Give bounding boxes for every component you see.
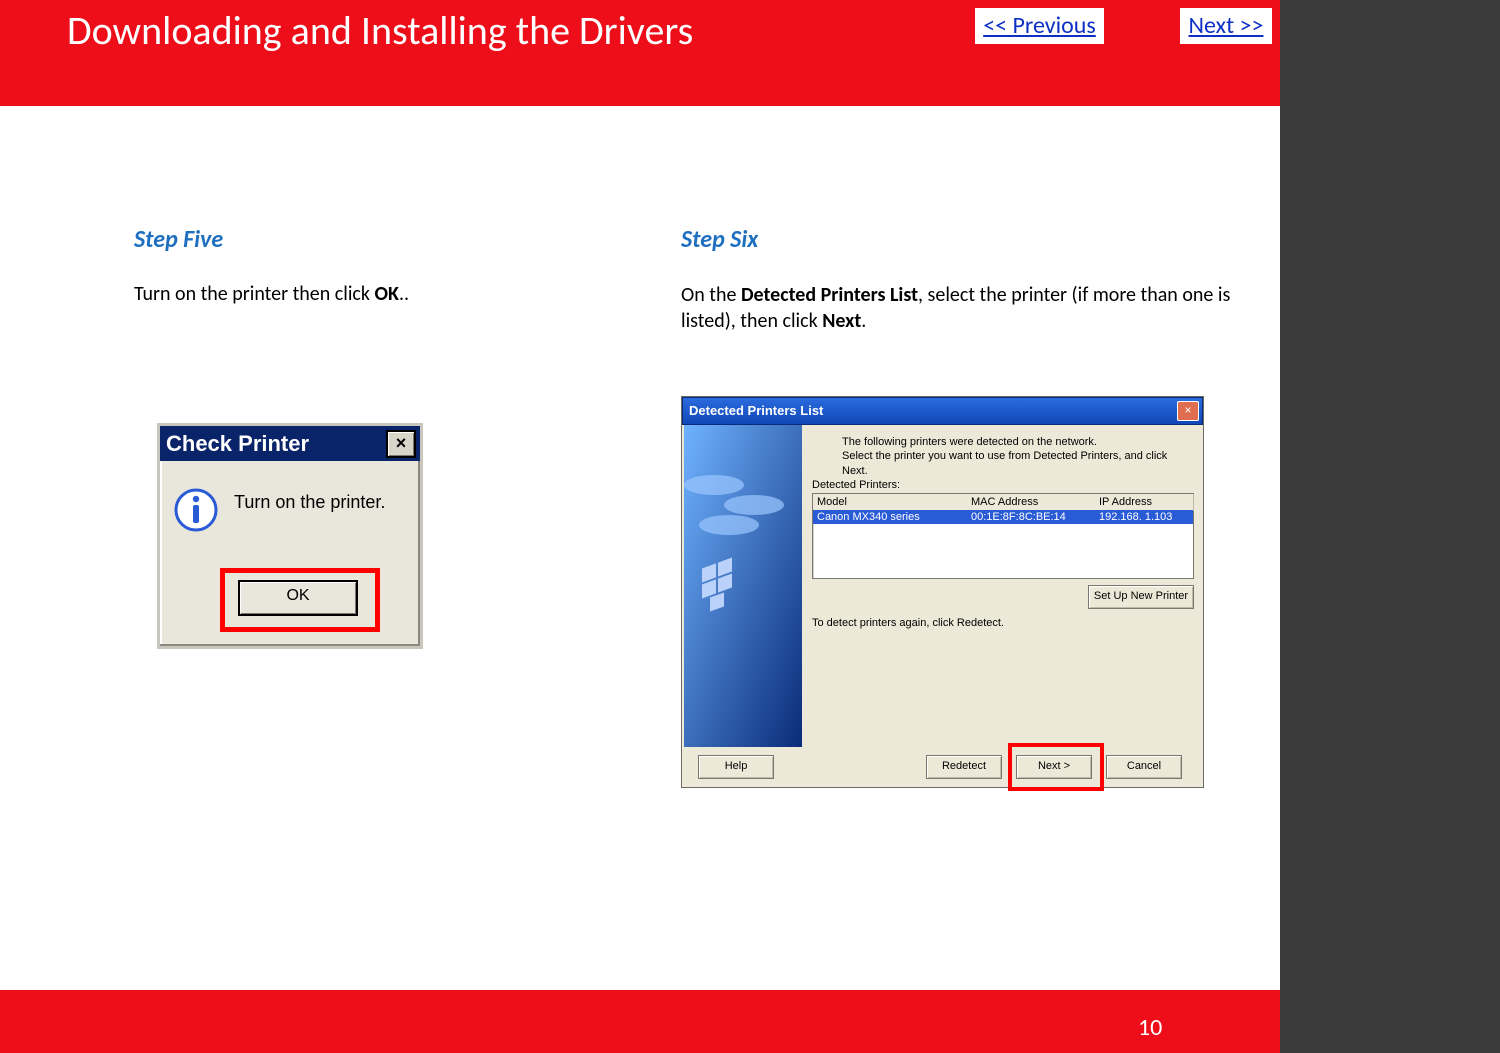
detected-printers-intro: The following printers were detected on … xyxy=(842,435,1182,478)
page-number: 10 xyxy=(1138,1013,1162,1042)
ok-button[interactable]: OK xyxy=(238,580,358,616)
cancel-button[interactable]: Cancel xyxy=(1106,755,1182,779)
step6-text-before: On the xyxy=(681,283,741,307)
step6-text-bold1: Detected Printers List xyxy=(741,283,918,307)
redetect-button[interactable]: Redetect xyxy=(926,755,1002,779)
step-five-heading: Step Five xyxy=(134,225,223,254)
close-icon[interactable]: × xyxy=(1177,401,1199,421)
detected-printers-dialog: Detected Printers List × xyxy=(681,396,1204,788)
step5-text-bold: OK xyxy=(375,282,399,306)
redetect-note: To detect printers again, click Redetect… xyxy=(812,617,1004,629)
next-button[interactable]: Next >> xyxy=(1180,8,1272,44)
check-printer-message: Turn on the printer. xyxy=(234,492,385,513)
right-letterbox xyxy=(1280,0,1500,1053)
column-mac[interactable]: MAC Address xyxy=(967,494,1096,511)
column-ip[interactable]: IP Address xyxy=(1095,494,1194,511)
step5-text-before: Turn on the printer then click xyxy=(134,282,375,306)
footer-bar xyxy=(0,990,1280,1053)
detected-printers-titlebar: Detected Printers List xyxy=(682,397,1203,425)
cell-mac: 00:1E:8F:8C:BE:14 xyxy=(967,510,1095,524)
close-icon[interactable]: × xyxy=(386,430,416,458)
setup-new-printer-button[interactable]: Set Up New Printer xyxy=(1088,585,1194,609)
check-printer-dialog: Check Printer × Turn on the printer. OK xyxy=(157,423,423,649)
previous-button[interactable]: << Previous xyxy=(975,8,1104,44)
help-button[interactable]: Help xyxy=(698,755,774,779)
info-icon xyxy=(174,488,218,532)
step5-text-after: .. xyxy=(399,282,409,306)
step6-text-bold2: Next xyxy=(822,309,861,333)
page-title: Downloading and Installing the Drivers xyxy=(67,6,693,55)
table-row[interactable]: Canon MX340 series 00:1E:8F:8C:BE:14 192… xyxy=(813,510,1193,524)
cell-ip: 192.168. 1.103 xyxy=(1095,510,1193,524)
detected-printers-label: Detected Printers: xyxy=(812,479,900,491)
detected-printers-table[interactable]: Model MAC Address IP Address Canon MX340… xyxy=(812,493,1194,579)
check-printer-titlebar: Check Printer xyxy=(160,426,420,461)
step-six-text: On the Detected Printers List, select th… xyxy=(681,282,1241,334)
step-six-heading: Step Six xyxy=(681,225,758,254)
column-model[interactable]: Model xyxy=(813,494,968,511)
cell-model: Canon MX340 series xyxy=(813,510,967,524)
step-five-text: Turn on the printer then click OK.. xyxy=(134,282,584,306)
wizard-sidebar-graphic xyxy=(684,425,802,747)
next-step-button[interactable]: Next > xyxy=(1016,755,1092,779)
step6-text-after: . xyxy=(861,309,866,333)
